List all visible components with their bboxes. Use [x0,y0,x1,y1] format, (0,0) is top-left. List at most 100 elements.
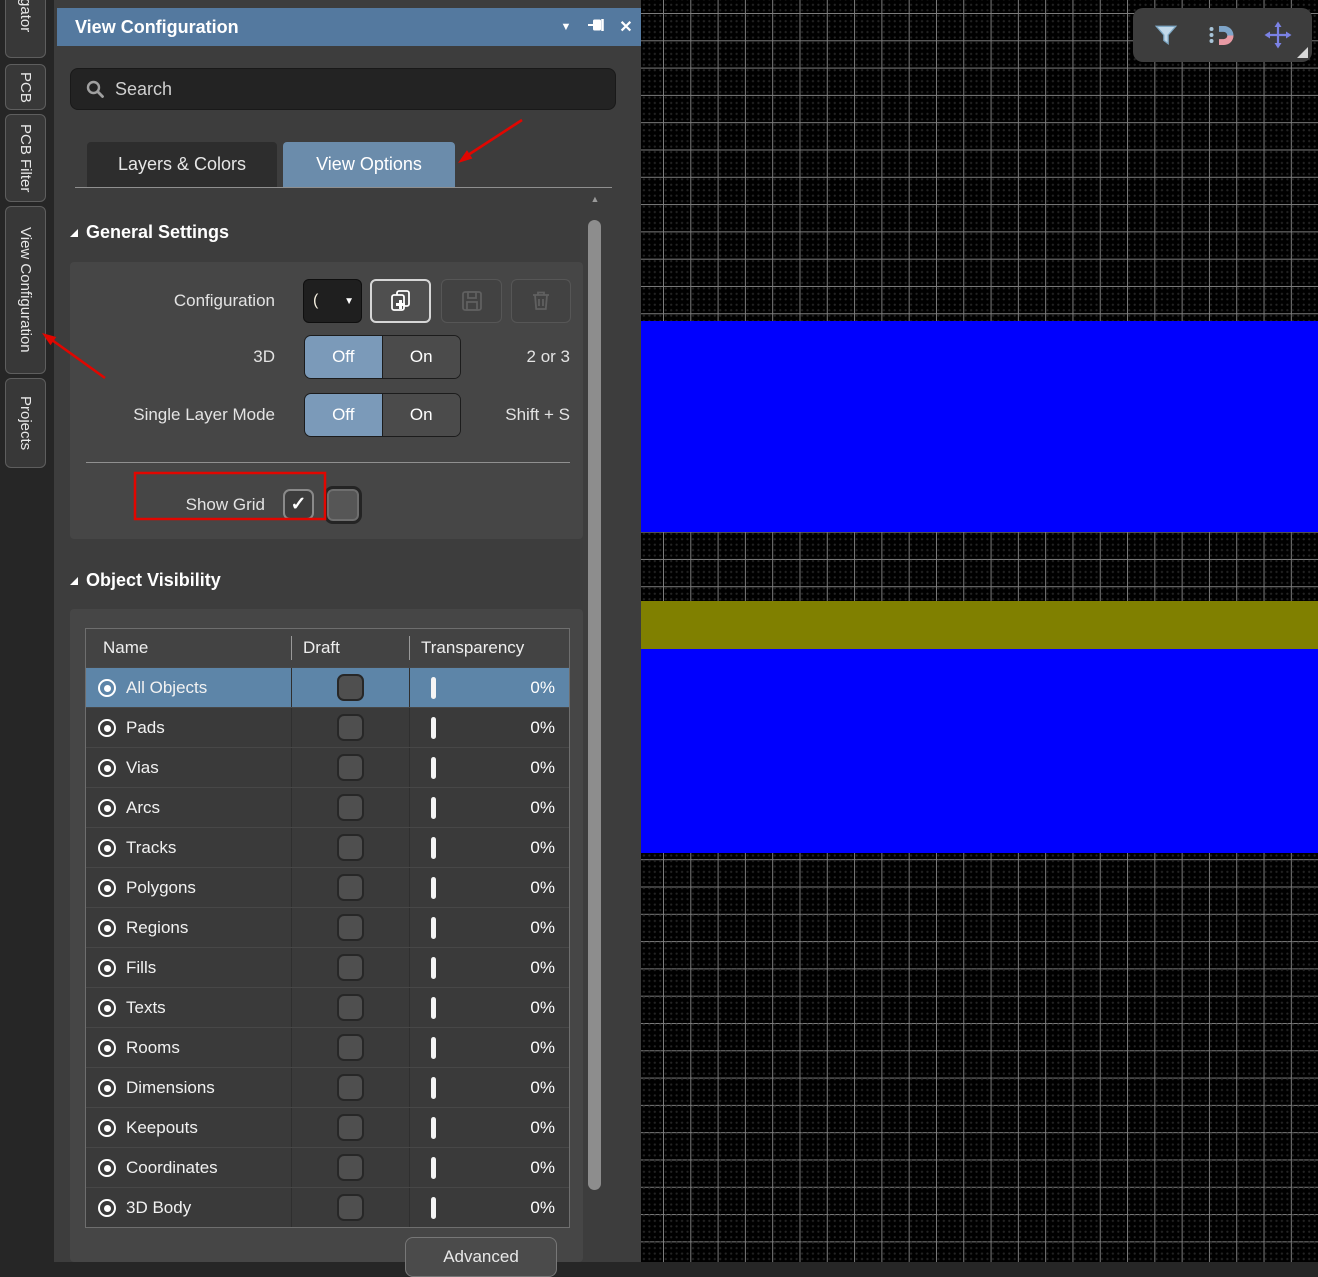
eye-visibility-icon[interactable] [98,1159,116,1177]
panel-menu-caret-icon[interactable]: ▼ [551,21,581,33]
object-visibility-row[interactable]: Dimensions 0% [86,1067,569,1107]
column-separator [409,1068,410,1107]
sidebar-tab-navigator[interactable]: Navigator [5,0,46,58]
sidebar-tab-pcb-filter[interactable]: PCB Filter [5,114,46,202]
object-visibility-row[interactable]: Pads 0% [86,707,569,747]
eye-visibility-icon[interactable] [98,839,116,857]
object-visibility-row[interactable]: Vias 0% [86,747,569,787]
general-settings-header[interactable]: General Settings [70,222,229,243]
eye-visibility-icon[interactable] [98,799,116,817]
draft-checkbox[interactable] [337,874,364,901]
transparency-slider-handle[interactable] [431,997,436,1019]
object-visibility-row[interactable]: 3D Body 0% [86,1187,569,1227]
sidebar-tab-view-configuration[interactable]: View Configuration [5,206,46,374]
object-visibility-row[interactable]: Coordinates 0% [86,1147,569,1187]
eye-visibility-icon[interactable] [98,759,116,777]
eye-visibility-icon[interactable] [98,1119,116,1137]
draft-checkbox[interactable] [337,754,364,781]
sidebar-tab-projects[interactable]: Projects [5,378,46,468]
eye-visibility-icon[interactable] [98,959,116,977]
draft-checkbox[interactable] [337,1114,364,1141]
transparency-slider-handle[interactable] [431,1197,436,1219]
advanced-button[interactable]: Advanced [405,1237,557,1277]
draft-checkbox[interactable] [337,834,364,861]
panel-scrollbar-thumb[interactable] [588,220,601,1190]
move-crosshair-icon[interactable] [1264,21,1292,49]
draft-checkbox[interactable] [337,714,364,741]
object-visibility-row[interactable]: All Objects 0% [86,667,569,707]
sidebar-tab-pcb[interactable]: PCB [5,64,46,110]
new-configuration-button[interactable] [370,279,431,323]
transparency-slider-handle[interactable] [431,1037,436,1059]
transparency-slider-handle[interactable] [431,677,436,699]
eye-visibility-icon[interactable] [98,919,116,937]
column-separator [409,1188,410,1227]
transparency-slider-handle[interactable] [431,957,436,979]
pcb-canvas[interactable] [641,0,1318,1262]
save-configuration-button[interactable] [441,279,502,323]
object-visibility-row[interactable]: Keepouts 0% [86,1107,569,1147]
eye-visibility-icon[interactable] [98,999,116,1017]
draft-checkbox[interactable] [337,954,364,981]
scrollbar-up-arrow-icon[interactable]: ▲ [588,194,602,204]
3d-on-segment[interactable]: On [383,336,461,378]
column-separator [409,1148,410,1187]
draft-checkbox[interactable] [337,914,364,941]
transparency-slider-handle[interactable] [431,717,436,739]
configuration-dropdown[interactable]: ( ▼ [303,279,362,323]
3d-toggle[interactable]: Off On [304,335,461,379]
show-grid-checkbox[interactable]: ✓ [283,489,314,520]
draft-checkbox[interactable] [337,994,364,1021]
draft-checkbox[interactable] [337,1154,364,1181]
transparency-slider-handle[interactable] [431,877,436,899]
delete-configuration-button[interactable] [511,279,571,323]
snap-magnet-icon[interactable] [1207,21,1237,49]
column-separator [409,748,410,787]
draft-checkbox[interactable] [337,1074,364,1101]
tab-layers-and-colors[interactable]: Layers & Colors [87,142,277,187]
tab-view-options[interactable]: View Options [283,142,455,187]
single-layer-mode-label: Single Layer Mode [70,393,275,437]
search-input[interactable] [115,79,595,100]
transparency-slider-handle[interactable] [431,1157,436,1179]
panel-pin-icon[interactable] [581,17,611,38]
toolbar-resize-handle-icon[interactable] [1297,47,1308,58]
object-visibility-row[interactable]: Regions 0% [86,907,569,947]
single-layer-off-segment[interactable]: Off [305,394,383,436]
transparency-slider-handle[interactable] [431,1077,436,1099]
transparency-slider-handle[interactable] [431,837,436,859]
eye-visibility-icon[interactable] [98,1199,116,1217]
divider [86,462,570,463]
object-visibility-row[interactable]: Polygons 0% [86,867,569,907]
object-visibility-row[interactable]: Arcs 0% [86,787,569,827]
eye-visibility-icon[interactable] [98,679,116,697]
object-visibility-row[interactable]: Tracks 0% [86,827,569,867]
transparency-slider-handle[interactable] [431,757,436,779]
single-layer-on-segment[interactable]: On [383,394,461,436]
draft-checkbox[interactable] [337,794,364,821]
transparency-slider-handle[interactable] [431,917,436,939]
object-visibility-header[interactable]: Object Visibility [70,570,221,591]
transparency-slider-handle[interactable] [431,1117,436,1139]
object-visibility-row[interactable]: Fills 0% [86,947,569,987]
collapse-triangle-icon [70,229,78,237]
single-layer-mode-toggle[interactable]: Off On [304,393,461,437]
draft-checkbox[interactable] [337,674,364,701]
3d-off-segment[interactable]: Off [305,336,383,378]
object-visibility-row[interactable]: Texts 0% [86,987,569,1027]
draft-checkbox[interactable] [337,1194,364,1221]
column-separator [291,748,292,787]
eye-visibility-icon[interactable] [98,1039,116,1057]
close-icon[interactable]: ✕ [611,17,641,37]
object-name: Dimensions [126,1068,215,1108]
eye-visibility-icon[interactable] [98,879,116,897]
draft-checkbox[interactable] [337,1034,364,1061]
eye-visibility-icon[interactable] [98,1079,116,1097]
grid-color-swatch[interactable] [324,486,362,524]
transparency-value: 0% [530,788,555,828]
object-visibility-row[interactable]: Rooms 0% [86,1027,569,1067]
filter-icon[interactable] [1153,22,1179,48]
pcb-copper-band [641,601,1318,649]
transparency-slider-handle[interactable] [431,797,436,819]
eye-visibility-icon[interactable] [98,719,116,737]
